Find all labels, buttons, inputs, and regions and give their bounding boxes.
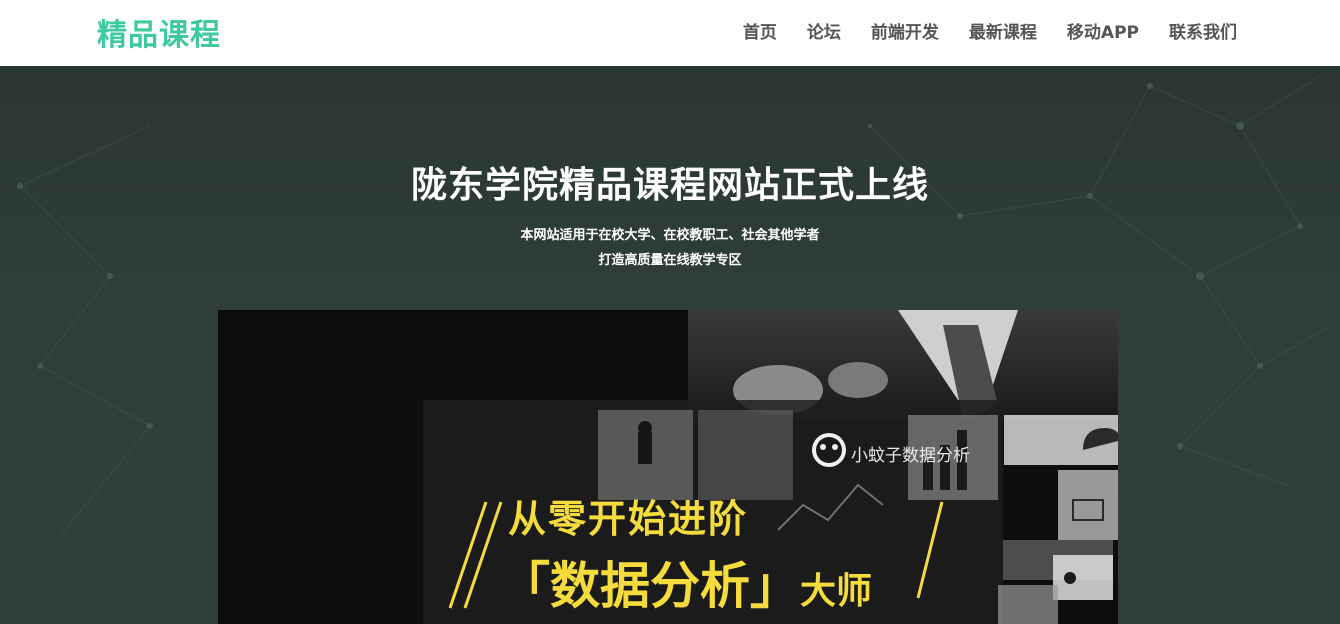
banner-brand-text: 小蚊子数据分析 xyxy=(851,446,970,466)
nav-frontend[interactable]: 前端开发 xyxy=(871,18,939,43)
course-banner-image[interactable]: 小蚊子数据分析 从零开始进阶 「数据分析」大师 xyxy=(218,310,1118,624)
nav-latest-courses[interactable]: 最新课程 xyxy=(969,18,1037,43)
banner-headline-2-suffix: 大师 xyxy=(800,571,873,612)
hero-subtitle: 本网站适用于在校大学、在校教职工、社会其他学者 打造高质量在线教学专区 xyxy=(0,223,1340,273)
nav-contact[interactable]: 联系我们 xyxy=(1169,18,1237,43)
banner-headline-2: 「数据分析」大师 xyxy=(500,546,872,618)
banner-headline-1: 从零开始进阶 xyxy=(508,497,749,541)
hero-section: 陇东学院精品课程网站正式上线 本网站适用于在校大学、在校教职工、社会其他学者 打… xyxy=(0,66,1340,624)
nav-mobile-app[interactable]: 移动APP xyxy=(1067,18,1139,43)
hero-subtitle-line-2: 打造高质量在线教学专区 xyxy=(598,253,742,268)
hero-subtitle-line-1: 本网站适用于在校大学、在校教职工、社会其他学者 xyxy=(520,228,820,243)
nav-forum[interactable]: 论坛 xyxy=(807,18,841,43)
top-navbar: 精品课程 首页 论坛 前端开发 最新课程 移动APP 联系我们 xyxy=(0,0,1340,67)
site-logo[interactable]: 精品课程 xyxy=(97,10,221,54)
banner-headline-2-main: 「数据分析」 xyxy=(500,557,800,615)
main-nav: 首页 论坛 前端开发 最新课程 移动APP 联系我们 xyxy=(743,0,1237,60)
nav-home[interactable]: 首页 xyxy=(743,18,777,43)
hero-title: 陇东学院精品课程网站正式上线 xyxy=(410,165,929,206)
